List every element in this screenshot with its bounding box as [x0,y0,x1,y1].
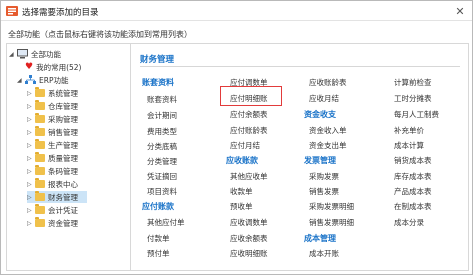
function-item[interactable]: 库存成本表 [394,171,432,182]
folder-icon [35,165,45,175]
tree-node-module[interactable]: ▷ 质量管理 [27,152,78,164]
function-item[interactable]: 会计期间 [147,110,177,121]
function-item[interactable]: 产品成本表 [394,186,432,197]
tree-node-module[interactable]: ▷ 生产管理 [27,139,78,151]
group-header: 发票管理 [304,156,336,165]
expand-icon[interactable]: ▷ [27,90,35,97]
function-item[interactable]: 销售发票明细 [309,217,354,228]
expand-icon[interactable]: ▷ [27,194,35,201]
app-icon [6,6,18,16]
function-item[interactable]: 其他应收单 [230,171,268,182]
tree-node-module[interactable]: ▷ 资金管理 [27,217,78,229]
expand-icon[interactable]: ▷ [27,129,35,136]
folder-icon [35,113,45,123]
group-header: 账套资料 [142,78,174,87]
expand-icon[interactable]: ▷ [27,142,35,149]
function-item[interactable]: 在制成本表 [394,201,432,212]
function-item[interactable]: 应收月结 [309,93,339,104]
folder-icon [35,204,45,214]
tree-node-module[interactable]: ▷ 会计凭证 [27,204,78,216]
function-item[interactable]: 成本分录 [394,217,424,228]
folder-icon [35,139,45,149]
function-item[interactable]: 分类管理 [147,156,177,167]
folder-icon [35,87,45,97]
function-item[interactable]: 账套资料 [147,94,177,105]
function-tree[interactable]: ◢ 全部功能 ♥ 我的常用(52) ◢ ERP功能 ▷ 系统管理 ▷ 仓库管理 … [6,43,130,271]
function-item[interactable]: 应收调数单 [230,217,268,228]
expand-icon[interactable]: ▷ [27,181,35,188]
function-item[interactable]: 采购发票明细 [309,201,354,212]
folder-icon [35,178,45,188]
function-item[interactable]: 每月人工制费 [394,109,439,120]
function-item[interactable]: 计算前检查 [394,77,432,88]
function-item[interactable]: 收款单 [230,186,253,197]
divider [140,66,460,67]
folder-icon [35,152,45,162]
folder-icon [35,191,45,201]
close-button[interactable]: ✕ [452,3,468,19]
function-list-panel: 财务管理 账套资料 账套资料 会计期间 费用类型 分类底稿 分类管理 凭证摘回 … [130,43,469,271]
function-item[interactable]: 项目资料 [147,186,177,197]
heart-icon: ♥ [25,62,34,72]
function-item[interactable]: 分类底稿 [147,141,177,152]
expand-icon[interactable]: ▷ [27,155,35,162]
group-header: 资金收支 [304,110,336,119]
expand-icon[interactable]: ▷ [27,116,35,123]
function-item[interactable]: 应付余额表 [230,109,268,120]
tree-node-module[interactable]: ▷ 条码管理 [27,165,78,177]
function-item[interactable]: 其他应付单 [147,217,185,228]
expand-icon[interactable]: ▷ [27,220,35,227]
expand-icon[interactable]: ▷ [27,168,35,175]
function-item[interactable]: 应付月结 [230,140,260,151]
window-title: 选择需要添加的目录 [22,8,99,18]
function-item[interactable]: 费用类型 [147,126,177,137]
expand-icon[interactable]: ▷ [27,207,35,214]
tree-node-module[interactable]: ▷ 系统管理 [27,87,78,99]
group-header: 应付账款 [142,202,174,211]
collapse-icon[interactable]: ◢ [17,77,25,84]
folder-icon [35,126,45,136]
function-item[interactable]: 应收账龄表 [309,77,347,88]
title-bar[interactable]: 选择需要添加的目录 ✕ [1,1,472,21]
org-chart-icon [25,75,36,84]
function-item[interactable]: 补充单价 [394,125,424,136]
collapse-icon[interactable]: ◢ [9,51,17,58]
function-item[interactable]: 应收明细账 [230,248,268,259]
close-icon: ✕ [455,4,465,18]
function-item[interactable]: 预收单 [230,201,253,212]
function-item[interactable]: 应付账龄表 [230,125,268,136]
tree-node-module[interactable]: ▷ 销售管理 [27,126,78,138]
dialog-window: 选择需要添加的目录 ✕ 全部功能（点击鼠标右键将该功能添加到常用列表） ◢ 全部… [0,0,473,275]
function-item[interactable]: 工时分摊表 [394,93,432,104]
function-item[interactable]: 凭证摘回 [147,171,177,182]
function-item[interactable]: 资金收入单 [309,125,347,136]
computer-icon [17,49,28,59]
function-item[interactable]: 资金支出单 [309,140,347,151]
group-header: 成本管理 [304,234,336,243]
function-item[interactable]: 采购发票 [309,171,339,182]
function-item[interactable]: 成本计算 [394,140,424,151]
function-item[interactable]: 应收余额表 [230,233,268,244]
tree-node-module[interactable]: ▷ 报表中心 [27,178,78,190]
folder-icon [35,217,45,227]
function-item[interactable]: 销售发票 [309,186,339,197]
function-item[interactable]: 付款单 [147,233,170,244]
tree-node-module[interactable]: ▷ 采购管理 [27,113,78,125]
function-item[interactable]: 成本开账 [309,248,339,259]
tree-node-erp[interactable]: ◢ ERP功能 [17,74,68,86]
function-item-highlighted[interactable]: 应付明细账 [230,93,268,104]
tree-node-root[interactable]: ◢ 全部功能 [9,48,61,60]
group-header: 应收账款 [226,156,258,165]
hint-text: 全部功能（点击鼠标右键将该功能添加到常用列表） [8,30,192,39]
folder-icon [35,100,45,110]
expand-icon[interactable]: ▷ [27,103,35,110]
tree-node-module[interactable]: ▷ 仓库管理 [27,100,78,112]
tree-node-module-selected[interactable]: ▷ 财务管理 [27,191,87,203]
section-title: 财务管理 [140,55,175,65]
function-item[interactable]: 预付单 [147,248,170,259]
function-item[interactable]: 销货成本表 [394,155,432,166]
tree-node-favorites[interactable]: ♥ 我的常用(52) [25,61,81,73]
